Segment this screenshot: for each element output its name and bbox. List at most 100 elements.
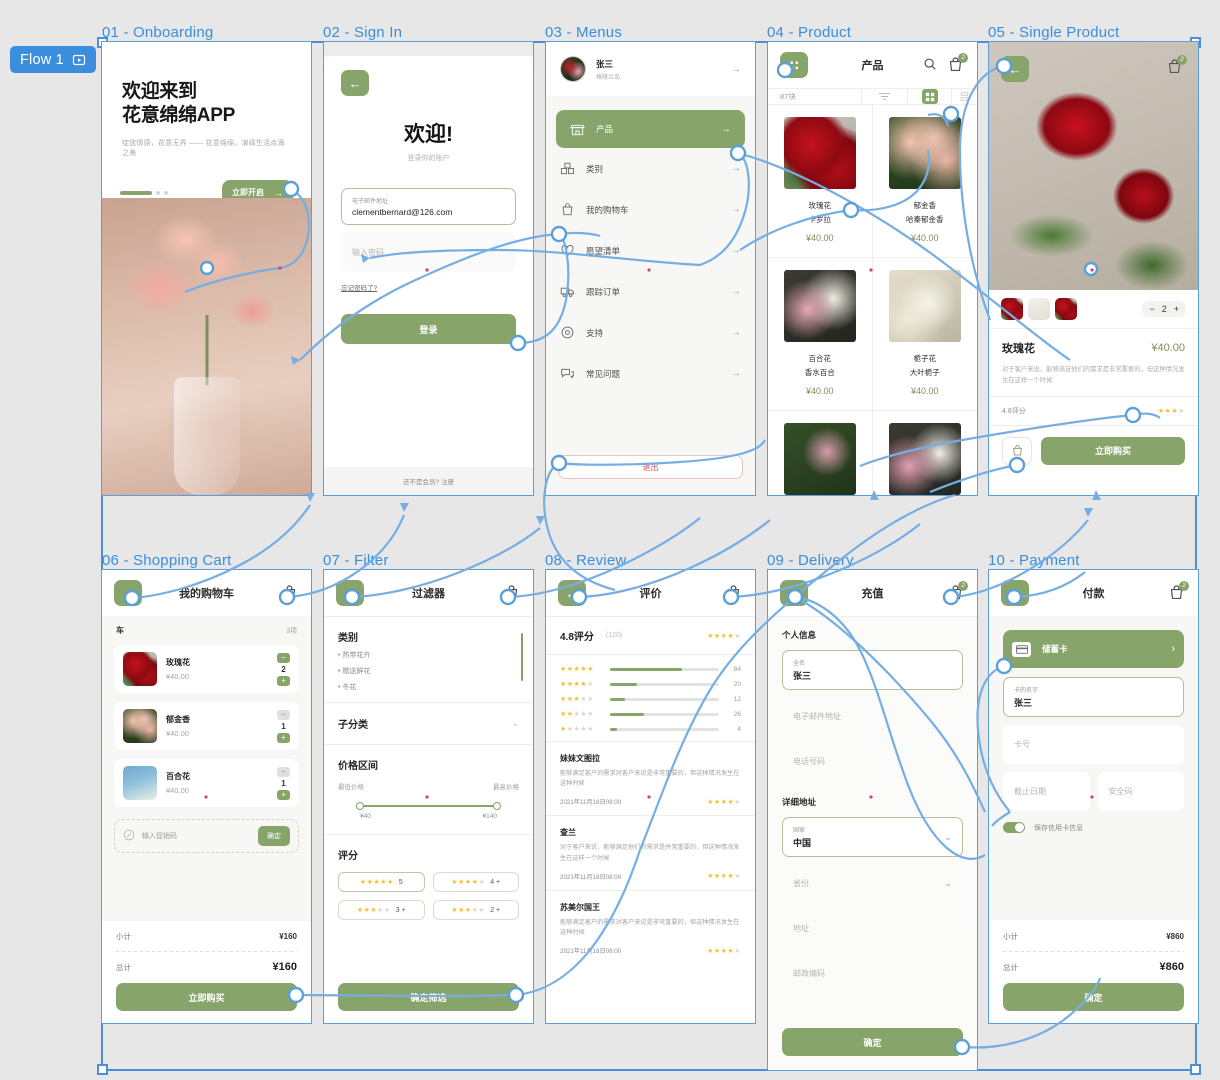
promo-apply-button[interactable]: 确定 — [258, 826, 290, 846]
back-button[interactable]: ← — [780, 580, 808, 606]
frame-delivery[interactable]: ← 充值 2 个人信息 全名 张三 电子邮件地址 电话号码 详细地址 国家 中国… — [767, 569, 978, 1071]
promo-code-input[interactable]: 输入促销码 — [142, 831, 251, 841]
signin-submit-button[interactable]: 登录 — [341, 314, 516, 344]
buy-now-button[interactable]: 立即购买 — [1041, 436, 1185, 465]
rating-chip[interactable]: ★★★★★ 4 + — [432, 872, 519, 892]
frame-payment[interactable]: ← 付款 2 储蓄卡 › 卡的名字 张三 卡号 截止日期 安全码 保存信用卡信息… — [988, 569, 1199, 1024]
quantity-increase-button[interactable]: + — [277, 732, 290, 743]
filter-button[interactable] — [861, 89, 907, 104]
play-frame-icon[interactable] — [72, 53, 86, 67]
frame-product-list[interactable]: 产品 2 87块 玫瑰花 卡罗拉 ¥40.00 郁金香 哈秦郁金香 ¥40.00… — [767, 41, 978, 496]
rating-chip[interactable]: ★★★★★ 3 + — [338, 900, 425, 920]
frame-single-product[interactable]: ← 2 − 2 + 玫瑰花 ¥40.00 对于客户来说，能够满足他们的需求是非常… — [988, 41, 1199, 496]
cart-row[interactable]: 郁金香 ¥40.00 − 1 + — [114, 702, 299, 750]
full-name-field[interactable]: 全名 张三 — [782, 650, 963, 690]
quantity-decrease-button[interactable]: − — [1149, 304, 1154, 314]
sidebar-item-categories[interactable]: 类别 → — [546, 148, 755, 189]
sidebar-item-products[interactable]: 产品 → — [556, 110, 745, 148]
quantity-decrease-button[interactable]: − — [277, 766, 290, 777]
product-card[interactable]: 百合花 香水百合 ¥40.00 — [768, 258, 873, 411]
country-select[interactable]: 国家 中国 ⌄ — [782, 817, 963, 857]
apply-filter-button[interactable]: 确定筛选 — [338, 983, 519, 1011]
rating-chip[interactable]: ★★★★★ 2 + — [432, 900, 519, 920]
cart-row[interactable]: 玫瑰花 ¥40.00 − 2 + — [114, 645, 299, 693]
back-button[interactable]: ← — [1001, 56, 1029, 82]
product-thumbnail[interactable] — [1001, 298, 1023, 320]
chevron-down-icon[interactable]: ⌄ — [944, 832, 952, 843]
save-card-toggle[interactable] — [1003, 822, 1025, 833]
chevron-down-icon[interactable]: ⌄ — [511, 718, 519, 729]
product-card[interactable] — [873, 411, 978, 495]
back-button[interactable]: ← — [336, 580, 364, 606]
filter-category-option[interactable]: • 赠送鲜花 — [338, 666, 519, 676]
cart-icon[interactable]: 2 — [1168, 581, 1189, 602]
product-card[interactable]: 郁金香 哈秦郁金香 ¥40.00 — [872, 105, 977, 258]
logout-button[interactable]: 退出 — [558, 455, 743, 479]
signup-footer-link[interactable]: 还不是会员? 注册 — [324, 467, 533, 495]
quantity-increase-button[interactable]: + — [1174, 304, 1179, 314]
resize-handle-bottom-left[interactable] — [97, 1064, 108, 1075]
menu-grid-button[interactable] — [780, 52, 808, 78]
delivery-submit-button[interactable]: 确定 — [782, 1028, 963, 1056]
email-field[interactable]: 电子邮件地址 — [782, 698, 963, 735]
search-icon[interactable] — [923, 57, 937, 73]
quantity-increase-button[interactable]: + — [277, 675, 290, 686]
phone-field[interactable]: 电话号码 — [782, 743, 963, 780]
chevron-down-icon[interactable]: ⌄ — [944, 878, 952, 889]
product-card[interactable]: 玫瑰花 卡罗拉 ¥40.00 — [768, 105, 873, 258]
payment-method-card[interactable]: 储蓄卡 › — [1003, 630, 1184, 668]
quantity-decrease-button[interactable]: − — [277, 709, 290, 720]
cart-icon[interactable]: 2 — [947, 53, 968, 74]
password-field[interactable]: 输入密码 — [341, 233, 516, 272]
grid-view-button[interactable] — [907, 89, 951, 104]
frame-onboarding[interactable]: 欢迎来到 花意绵绵APP 绽放情感，花意无界 —— 花意绵绵，演绎生活点滴之美 … — [101, 41, 312, 496]
sidebar-item-track-order[interactable]: 跟踪订单 → — [546, 271, 755, 312]
email-field[interactable]: 电子邮件地址 clementbernard@126.com — [341, 188, 516, 225]
cart-row[interactable]: 百合花 ¥40.00 − 1 + — [114, 759, 299, 807]
cart-icon[interactable]: 2 — [947, 581, 968, 602]
price-slider-track[interactable] — [356, 802, 501, 810]
payment-submit-button[interactable]: 确定 — [1003, 983, 1184, 1011]
cart-icon[interactable] — [281, 584, 299, 602]
quantity-stepper[interactable]: − 2 + — [1142, 301, 1186, 317]
card-number-field[interactable]: 卡号 — [1003, 725, 1184, 764]
cart-icon[interactable] — [725, 584, 743, 602]
back-button[interactable]: ← — [341, 70, 369, 96]
promo-code-row[interactable]: 输入促销码 确定 — [114, 819, 299, 853]
frame-shopping-cart[interactable]: ← 我的购物车 车 3项 玫瑰花 ¥40.00 − 2 + 郁金香 ¥40.00… — [101, 569, 312, 1024]
checkout-button[interactable]: 立即购买 — [116, 983, 297, 1011]
cart-icon[interactable]: 2 — [1166, 55, 1187, 76]
flow-badge[interactable]: Flow 1 — [10, 46, 96, 73]
filter-category-option[interactable]: • 冬花 — [338, 682, 519, 692]
product-thumbnail[interactable] — [1055, 298, 1077, 320]
rating-chip[interactable]: ★★★★★ 5 — [338, 872, 425, 892]
street-field[interactable]: 地址 — [782, 910, 963, 947]
quantity-decrease-button[interactable]: − — [277, 652, 290, 663]
product-thumbnail[interactable] — [1028, 298, 1050, 320]
price-slider-min-handle[interactable] — [356, 802, 364, 810]
sidebar-item-wishlist[interactable]: 愿望清单 → — [546, 230, 755, 271]
frame-menus[interactable]: 张三 格陵兰岛 → 产品 → 类别 → 我的购物车 → 愿望清单 → 跟踪订单 … — [545, 41, 756, 496]
product-card[interactable]: 栀子花 大叶栀子 ¥40.00 — [872, 258, 977, 411]
sidebar-item-support[interactable]: 支持 → — [546, 312, 755, 353]
resize-handle-bottom-right[interactable] — [1190, 1064, 1201, 1075]
cart-icon[interactable] — [503, 584, 521, 602]
add-to-bag-button[interactable] — [1002, 436, 1032, 465]
province-select[interactable]: 省份 ⌄ — [782, 865, 963, 902]
postal-field[interactable]: 邮政编码 — [782, 955, 963, 992]
cvv-field[interactable]: 安全码 — [1097, 772, 1184, 811]
back-button[interactable]: ← — [558, 580, 586, 606]
back-button[interactable]: ← — [1001, 580, 1029, 606]
quantity-increase-button[interactable]: + — [277, 789, 290, 800]
sidebar-item-my-cart[interactable]: 我的购物车 → — [546, 189, 755, 230]
scrollbar[interactable] — [521, 633, 523, 681]
frame-filter[interactable]: ← 过滤器 类别 • 热带花卉 • 赠送鲜花 • 冬花 子分类 ⌄ 价格区间 最… — [323, 569, 534, 1024]
list-view-button[interactable] — [951, 89, 977, 104]
price-slider-max-handle[interactable] — [493, 802, 501, 810]
forgot-password-link[interactable]: 忘记密码了? — [341, 282, 516, 292]
card-name-field[interactable]: 卡的名字 张三 — [1003, 677, 1184, 717]
frame-signin[interactable]: ← 欢迎! 登录你的账户 电子邮件地址 clementbernard@126.c… — [323, 41, 534, 496]
expiry-field[interactable]: 截止日期 — [1003, 772, 1090, 811]
filter-category-option[interactable]: • 热带花卉 — [338, 650, 519, 660]
back-button[interactable]: ← — [114, 580, 142, 606]
